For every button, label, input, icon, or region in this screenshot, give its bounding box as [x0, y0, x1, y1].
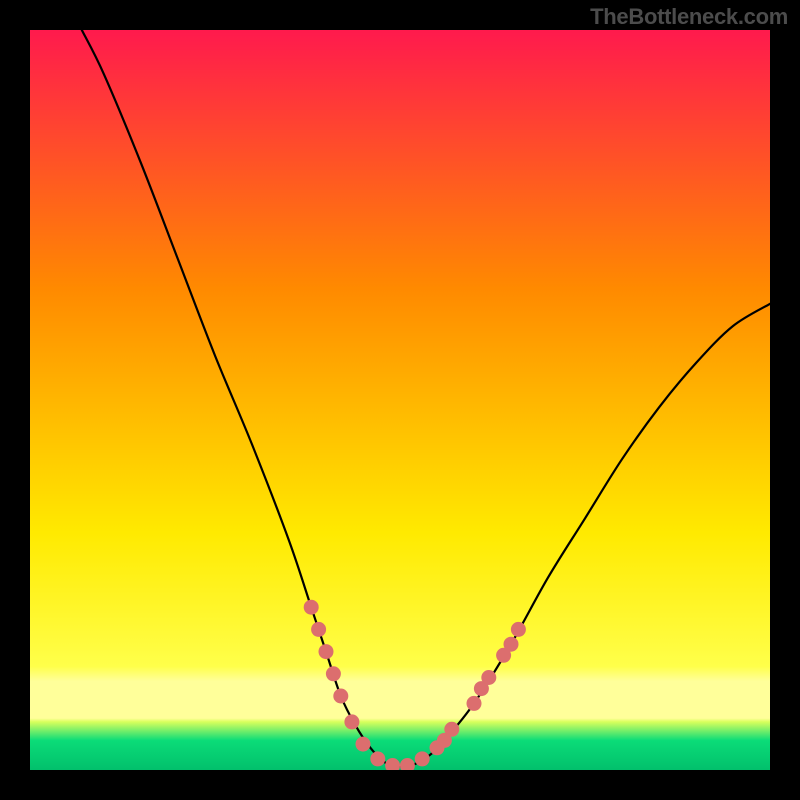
chart-container: TheBottleneck.com: [0, 0, 800, 800]
data-marker: [415, 751, 430, 766]
data-marker: [511, 622, 526, 637]
data-marker: [370, 751, 385, 766]
gradient-background: [30, 30, 770, 770]
data-marker: [311, 622, 326, 637]
data-marker: [304, 600, 319, 615]
data-marker: [319, 644, 334, 659]
chart-svg: [30, 30, 770, 770]
data-marker: [333, 689, 348, 704]
data-marker: [444, 722, 459, 737]
data-marker: [504, 637, 519, 652]
data-marker: [481, 670, 496, 685]
data-marker: [356, 737, 371, 752]
data-marker: [467, 696, 482, 711]
watermark-text: TheBottleneck.com: [590, 4, 788, 30]
plot-area: [30, 30, 770, 770]
data-marker: [326, 666, 341, 681]
data-marker: [344, 714, 359, 729]
